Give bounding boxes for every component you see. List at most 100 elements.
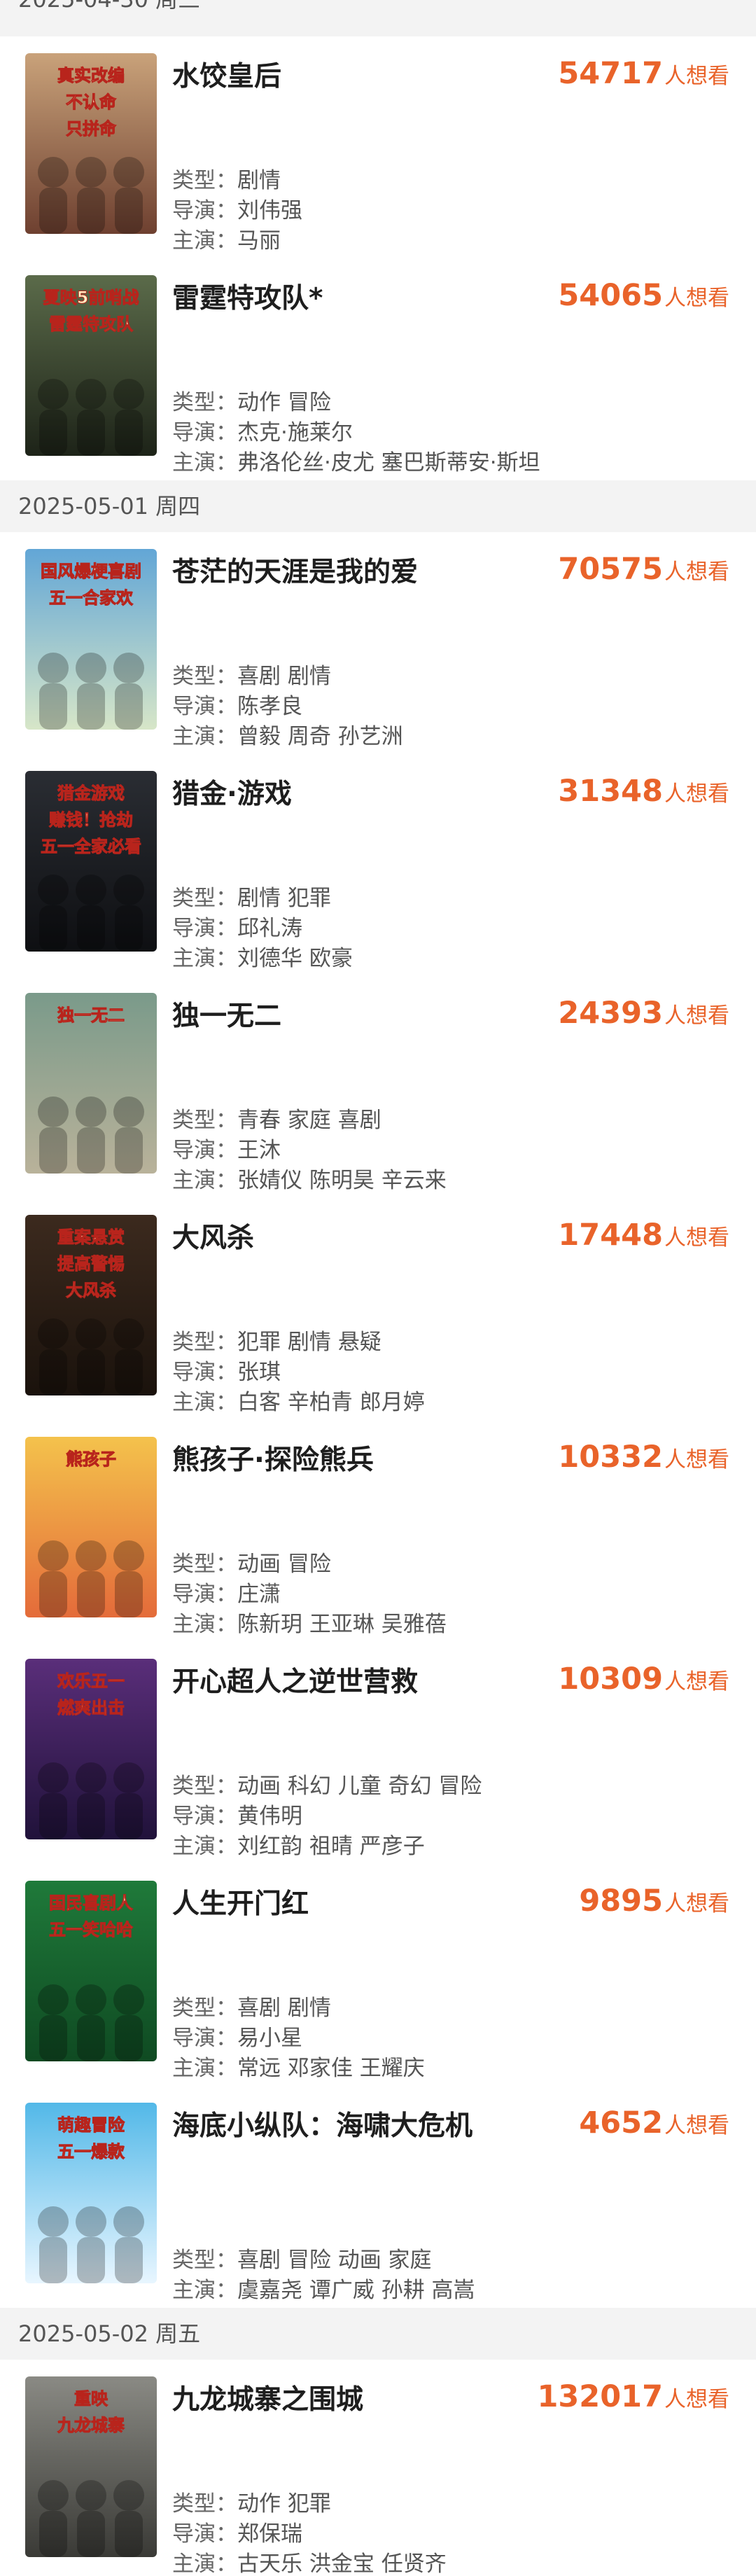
director-value: 庄潇 <box>237 1582 281 1607</box>
poster-text: 独一无二 <box>57 1005 125 1025</box>
cast-value: 刘红韵 祖晴 严彦子 <box>237 1834 425 1859</box>
cast-label: 主演： <box>172 724 237 749</box>
genre-line: 类型：动画 科幻 儿童 奇幻 冒险 <box>172 1768 482 1799</box>
director-line: 导演：张琪 <box>172 1354 281 1386</box>
movie-title[interactable]: 雷霆特攻队* <box>172 277 323 316</box>
director-value: 杰克·施莱尔 <box>237 420 353 445</box>
cast-label: 主演： <box>172 946 237 971</box>
cast-value: 弗洛伦丝·皮尤 塞巴斯蒂安·斯坦 <box>237 450 540 475</box>
date-header: 2025-04-30 周三 <box>0 0 756 36</box>
want-number: 132017 <box>537 2379 663 2414</box>
genre-line: 类型：喜剧 冒险 动画 家庭 <box>172 2242 432 2274</box>
movie-title[interactable]: 海底小纵队：海啸大危机 <box>172 2104 472 2143</box>
movie-item[interactable]: 重案悬赏 提高警惕 大风杀 大风杀 17448人想看 类型：犯罪 剧情 悬疑 导演：张琪 主演… <box>0 1198 756 1420</box>
movie-item[interactable]: 真实改编 不认命 只拼命 水饺皇后 54717人想看 类型：剧情 导演：刘伟强 主演：马丽 <box>0 36 756 258</box>
movie-item[interactable]: 重映 九龙城寨 九龙城寨之围城 132017人想看 类型：动作 犯罪 导演：郑保瑞 主演：古… <box>0 2360 756 2576</box>
want-number: 31348 <box>558 774 663 809</box>
director-value: 黄伟明 <box>237 1804 302 1829</box>
movie-poster[interactable]: 猎金游戏 赚钱！抢劫 五一全家必看 <box>25 771 157 952</box>
poster-image: 重映九龙城寨 <box>25 2376 157 2557</box>
date-label: 2025-05-01 周四 <box>18 493 201 520</box>
cast-line: 主演：弗洛伦丝·皮尤 塞巴斯蒂安·斯坦 <box>172 445 540 476</box>
cast-value: 常远 邓家佳 王耀庆 <box>237 2056 425 2081</box>
cast-line: 主演：白客 辛柏青 郎月婷 <box>172 1384 425 1416</box>
want-number: 10332 <box>558 1440 663 1475</box>
movie-title[interactable]: 熊孩子·探险熊兵 <box>172 1438 374 1477</box>
movie-poster[interactable]: 国风爆梗喜剧 五一合家欢 <box>25 549 157 730</box>
genre-value: 犯罪 剧情 悬疑 <box>237 1330 382 1355</box>
movie-title[interactable]: 九龙城寨之围城 <box>172 2378 363 2417</box>
poster-image: 夏映5前哨战雷霆特攻队 <box>25 275 157 456</box>
genre-label: 类型： <box>172 1552 237 1577</box>
want-suffix: 人想看 <box>664 1225 729 1251</box>
director-value: 陈孝良 <box>237 694 302 719</box>
genre-value: 喜剧 剧情 <box>237 664 331 689</box>
want-suffix: 人想看 <box>664 1447 729 1473</box>
want-number: 54065 <box>558 278 663 313</box>
movie-poster[interactable]: 独一无二 <box>25 993 157 1174</box>
poster-image: 欢乐五一燃爽出击 <box>25 1659 157 1839</box>
want-count: 10309人想看 <box>558 1662 729 1697</box>
poster-image: 真实改编不认命只拼命 <box>25 53 157 234</box>
movie-title[interactable]: 开心超人之逆世营救 <box>172 1660 418 1699</box>
cast-line: 主演：刘红韵 祖晴 严彦子 <box>172 1828 425 1860</box>
cast-value: 马丽 <box>237 228 281 253</box>
director-label: 导演： <box>172 916 237 941</box>
poster-text: 欢乐五一 <box>57 1671 125 1691</box>
director-value: 张琪 <box>237 1360 281 1385</box>
cast-line: 主演：曾毅 周奇 孙艺洲 <box>172 718 403 750</box>
poster-text: 真实改编 <box>57 66 125 85</box>
movie-title[interactable]: 苍茫的天涯是我的爱 <box>172 550 418 590</box>
movie-item[interactable]: 欢乐五一 燃爽出击 开心超人之逆世营救 10309人想看类型：动画 科幻 儿童 奇幻 … <box>0 1642 756 1864</box>
cast-value: 虞嘉尧 谭广威 孙耕 高嵩 <box>237 2278 475 2303</box>
want-suffix: 人想看 <box>664 2113 729 2138</box>
cast-label: 主演： <box>172 2551 237 2576</box>
poster-text: 五一笑哈哈 <box>49 1920 133 1940</box>
genre-label: 类型： <box>172 1108 237 1133</box>
date-label: 2025-05-02 周五 <box>18 2320 201 2347</box>
director-line: 导演：黄伟明 <box>172 1798 302 1830</box>
want-suffix: 人想看 <box>664 1003 729 1029</box>
cast-label: 主演： <box>172 450 237 475</box>
movie-poster[interactable]: 国民喜剧人 五一笑哈哈 <box>25 1881 157 2061</box>
movie-poster[interactable]: 夏映5前哨战 雷霆特攻队 <box>25 275 157 456</box>
poster-text: 提高警惕 <box>57 1254 125 1274</box>
director-label: 导演： <box>172 1582 237 1607</box>
want-number: 10309 <box>558 1662 663 1697</box>
genre-label: 类型： <box>172 1996 237 2021</box>
movie-item[interactable]: 独一无二 独一无二 24393人想看 类型：青春 家庭 喜剧 导演：王沐 主演：张婧仪 陈… <box>0 976 756 1198</box>
movie-poster[interactable]: 真实改编 不认命 只拼命 <box>25 53 157 234</box>
director-line: 导演：陈孝良 <box>172 688 302 720</box>
poster-image: 国风爆梗喜剧五一合家欢 <box>25 549 157 730</box>
movie-poster[interactable]: 欢乐五一 燃爽出击 <box>25 1659 157 1839</box>
cast-line: 主演：常远 邓家佳 王耀庆 <box>172 2050 425 2082</box>
genre-line: 类型：青春 家庭 喜剧 <box>172 1102 382 1134</box>
movie-title[interactable]: 大风杀 <box>172 1216 254 1255</box>
movie-item[interactable]: 国民喜剧人 五一笑哈哈 人生开门红 9895人想看 类型：喜剧 剧情 导演：易小星 主演：常… <box>0 1864 756 2086</box>
movie-item[interactable]: 猎金游戏 赚钱！抢劫 五一全家必看 猎金·游戏 31348人想看 类型：剧情 犯罪 导演：邱… <box>0 754 756 976</box>
movie-title[interactable]: 猎金·游戏 <box>172 772 292 812</box>
movie-item[interactable]: 夏映5前哨战 雷霆特攻队 雷霆特攻队* 54065人想看 类型：动作 冒险 导演：杰克·施… <box>0 258 756 480</box>
movie-poster[interactable]: 熊孩子 <box>25 1437 157 1617</box>
movie-item[interactable]: 熊孩子 熊孩子·探险熊兵 10332人想看 类型：动画 冒险 导演：庄潇 主演：陈新玥 王… <box>0 1420 756 1642</box>
movie-poster[interactable]: 萌趣冒险 五一爆款 <box>25 2103 157 2283</box>
poster-text: 猎金游戏 <box>57 784 125 803</box>
movie-poster[interactable]: 重案悬赏 提高警惕 大风杀 <box>25 1215 157 1395</box>
movie-item[interactable]: 国风爆梗喜剧 五一合家欢 苍茫的天涯是我的爱 70575人想看 类型：喜剧 剧情 导演：陈… <box>0 532 756 754</box>
director-line: 导演：杰克·施莱尔 <box>172 415 353 446</box>
want-number: 17448 <box>558 1218 663 1253</box>
movie-item[interactable]: 萌趣冒险 五一爆款 海底小纵队：海啸大危机 4652人想看 类型：喜剧 冒险 动画 家庭… <box>0 2086 756 2308</box>
poster-text: 大风杀 <box>66 1281 116 1300</box>
movie-title[interactable]: 水饺皇后 <box>172 55 281 94</box>
director-label: 导演： <box>172 2026 237 2051</box>
want-suffix: 人想看 <box>664 781 729 807</box>
cast-value: 古天乐 洪金宝 任贤齐 <box>237 2551 447 2576</box>
poster-text: 不认命 <box>66 92 117 112</box>
director-label: 导演： <box>172 1360 237 1385</box>
movie-title[interactable]: 人生开门红 <box>172 1882 309 1921</box>
director-label: 导演： <box>172 420 237 445</box>
movie-title[interactable]: 独一无二 <box>172 994 281 1033</box>
movie-poster[interactable]: 重映 九龙城寨 <box>25 2376 157 2557</box>
date-header: 2025-05-01 周四 <box>0 480 756 532</box>
want-count: 54717人想看 <box>558 56 729 91</box>
